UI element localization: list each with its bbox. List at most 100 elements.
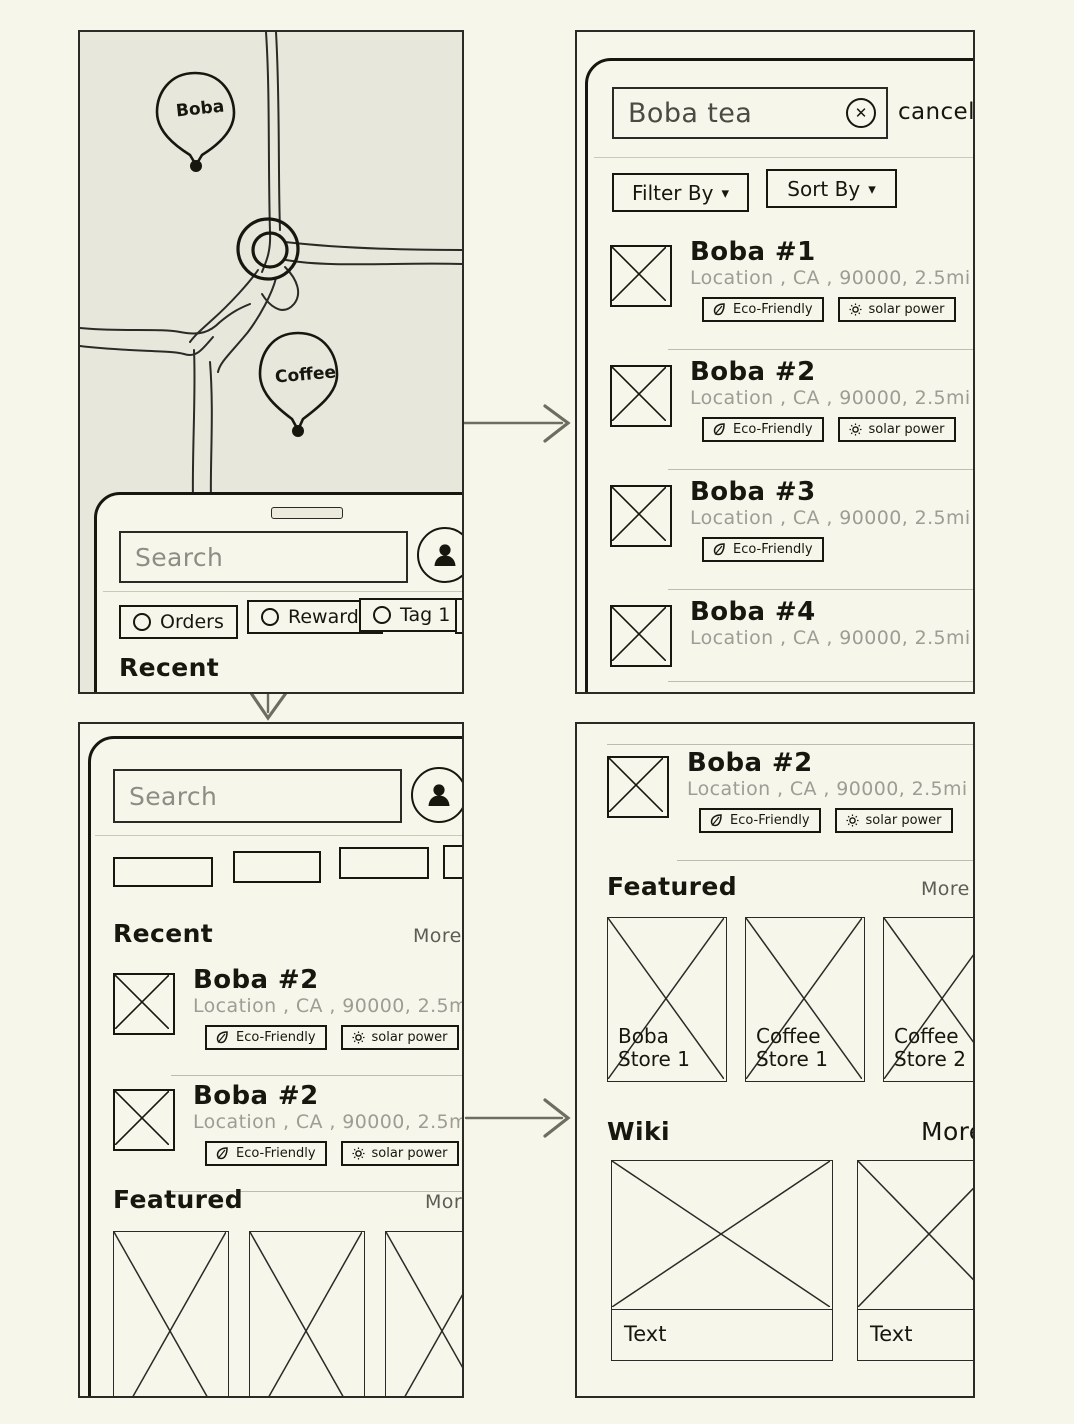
tag-row: Eco-Friendly solar power	[702, 417, 970, 442]
tag-label: solar power	[868, 422, 945, 437]
panel-map-screen: Boba Coffee Search Orders Rewards Tag 1 …	[78, 30, 464, 694]
phone-frame-search: Boba tea ✕ cancel Filter By ▾ Sort By ▾ …	[585, 58, 973, 692]
tag-eco-friendly[interactable]: Eco-Friendly	[702, 417, 824, 442]
result-subtitle: Location , CA , 90000, 2.5mi	[690, 627, 971, 649]
radio-icon	[133, 613, 151, 631]
panel-home-screen: Search Recent More Boba #2 Location , CA…	[78, 722, 464, 1398]
tag-label: solar power	[868, 302, 945, 317]
featured-card-label: Boba Store 1	[618, 1024, 690, 1071]
search-input[interactable]: Boba tea ✕	[612, 87, 888, 139]
clear-circle-icon[interactable]: ✕	[846, 98, 876, 128]
featured-card[interactable]	[113, 1231, 229, 1396]
featured-card[interactable]	[385, 1231, 462, 1396]
detail-subtitle: Location , CA , 90000, 2.5mi	[687, 778, 968, 800]
filter-by-label: Filter By	[632, 180, 714, 205]
caption-text: Text	[624, 1322, 667, 1346]
wiki-card-caption: Text	[611, 1308, 833, 1361]
result-title: Boba #3	[690, 477, 816, 507]
sort-by-dropdown[interactable]: Sort By ▾	[766, 169, 897, 208]
cancel-button[interactable]: cancel	[898, 99, 973, 125]
featured-card[interactable]	[249, 1231, 365, 1396]
search-value: Boba tea	[628, 97, 753, 129]
recent-more-link[interactable]: More	[413, 925, 462, 947]
tag-row: Eco-Friendly solar power	[205, 1025, 462, 1050]
item-subtitle: Location , CA , 90000, 2.5mi	[193, 995, 464, 1017]
tag-solar-power[interactable]: solar power	[837, 417, 956, 442]
row-divider	[171, 1075, 462, 1076]
featured-card[interactable]: Coffee Store 1	[745, 917, 865, 1082]
result-title: Boba #4	[690, 597, 816, 627]
thumbnail-placeholder	[610, 245, 672, 307]
sun-icon	[846, 814, 859, 827]
chip-orders[interactable]: Orders	[119, 605, 238, 639]
tag-eco-friendly[interactable]: Eco-Friendly	[205, 1025, 327, 1050]
avatar[interactable]	[417, 527, 462, 583]
featured-card[interactable]: Coffee Store 2	[883, 917, 973, 1082]
avatar[interactable]	[411, 767, 462, 823]
header-divider	[103, 591, 462, 592]
featured-more-link[interactable]: More	[921, 878, 970, 900]
tag-solar-power[interactable]: solar power	[340, 1141, 459, 1166]
leaf-icon	[713, 303, 725, 316]
result-row[interactable]: Boba #1 Location , CA , 90000, 2.5mi Eco…	[610, 237, 973, 351]
chip-slot-2[interactable]	[233, 851, 321, 883]
wiki-card[interactable]	[611, 1160, 833, 1310]
leaf-icon	[216, 1147, 228, 1160]
thumbnail-placeholder	[610, 485, 672, 547]
tag-row: Eco-Friendly	[702, 537, 838, 562]
tag-eco-friendly[interactable]: Eco-Friendly	[702, 297, 824, 322]
sun-icon	[352, 1147, 365, 1160]
tag-row: Eco-Friendly solar power	[699, 808, 967, 833]
tag-row: Eco-Friendly solar power	[702, 297, 970, 322]
filter-by-dropdown[interactable]: Filter By ▾	[612, 173, 749, 212]
search-input[interactable]: Search	[113, 769, 402, 823]
list-item[interactable]: Boba #2 Location , CA , 90000, 2.5mi Eco…	[113, 1081, 462, 1193]
chip-tag-1[interactable]: Tag 1	[359, 598, 462, 632]
tag-label: solar power	[371, 1030, 448, 1045]
row-divider	[607, 744, 973, 745]
chip-overflow[interactable]	[455, 598, 462, 634]
map-pin-coffee[interactable]: Coffee	[253, 327, 343, 441]
result-row[interactable]: Boba #3 Location , CA , 90000, 2.5mi Eco…	[610, 477, 973, 591]
result-subtitle: Location , CA , 90000, 2.5mi	[690, 507, 971, 529]
phone-frame-detail: Boba #2 Location , CA , 90000, 2.5mi Eco…	[585, 732, 973, 1396]
tag-eco-friendly[interactable]: Eco-Friendly	[702, 537, 824, 562]
tag-solar-power[interactable]: solar power	[340, 1025, 459, 1050]
row-divider	[668, 469, 973, 470]
leaf-icon	[216, 1031, 228, 1044]
tag-row: Eco-Friendly solar power	[205, 1141, 462, 1166]
leaf-icon	[713, 543, 725, 556]
chip-slot-4[interactable]	[443, 845, 462, 879]
row-divider	[668, 589, 973, 590]
tag-eco-friendly[interactable]: Eco-Friendly	[205, 1141, 327, 1166]
result-title: Boba #1	[690, 237, 816, 267]
featured-card[interactable]: Boba Store 1	[607, 917, 727, 1082]
recent-heading: Recent	[119, 653, 220, 682]
tag-eco-friendly[interactable]: Eco-Friendly	[699, 808, 821, 833]
tag-label: Eco-Friendly	[733, 302, 813, 317]
thumbnail-placeholder	[607, 756, 669, 818]
map-bottom-sheet: Search Orders Rewards Tag 1 Recent	[94, 492, 462, 692]
result-row[interactable]: Boba #2 Location , CA , 90000, 2.5mi Eco…	[610, 357, 973, 471]
tag-solar-power[interactable]: solar power	[834, 808, 953, 833]
result-row[interactable]: Boba #4 Location , CA , 90000, 2.5mi	[610, 597, 973, 691]
tag-solar-power[interactable]: solar power	[837, 297, 956, 322]
list-item[interactable]: Boba #2 Location , CA , 90000, 2.5mi Eco…	[113, 965, 464, 1077]
map-pin-boba[interactable]: Boba	[150, 67, 240, 176]
result-subtitle: Location , CA , 90000, 2.5mi	[690, 267, 971, 289]
chip-slot-1[interactable]	[113, 857, 213, 887]
detail-header-item[interactable]: Boba #2 Location , CA , 90000, 2.5mi Eco…	[607, 748, 973, 862]
featured-heading: Featured	[607, 872, 738, 901]
chip-slot-3[interactable]	[339, 847, 429, 879]
chip-label: Orders	[160, 611, 224, 633]
row-divider	[677, 860, 973, 861]
search-input[interactable]: Search	[119, 531, 408, 583]
wiki-more-link[interactable]: More	[921, 1117, 973, 1146]
sun-icon	[849, 423, 862, 436]
user-avatar-icon	[428, 784, 450, 806]
wiki-card[interactable]	[857, 1160, 973, 1310]
featured-more-link[interactable]: More	[425, 1191, 462, 1213]
search-placeholder: Search	[129, 781, 218, 811]
wiki-heading: Wiki	[607, 1117, 670, 1146]
sheet-grabber[interactable]	[271, 507, 343, 519]
